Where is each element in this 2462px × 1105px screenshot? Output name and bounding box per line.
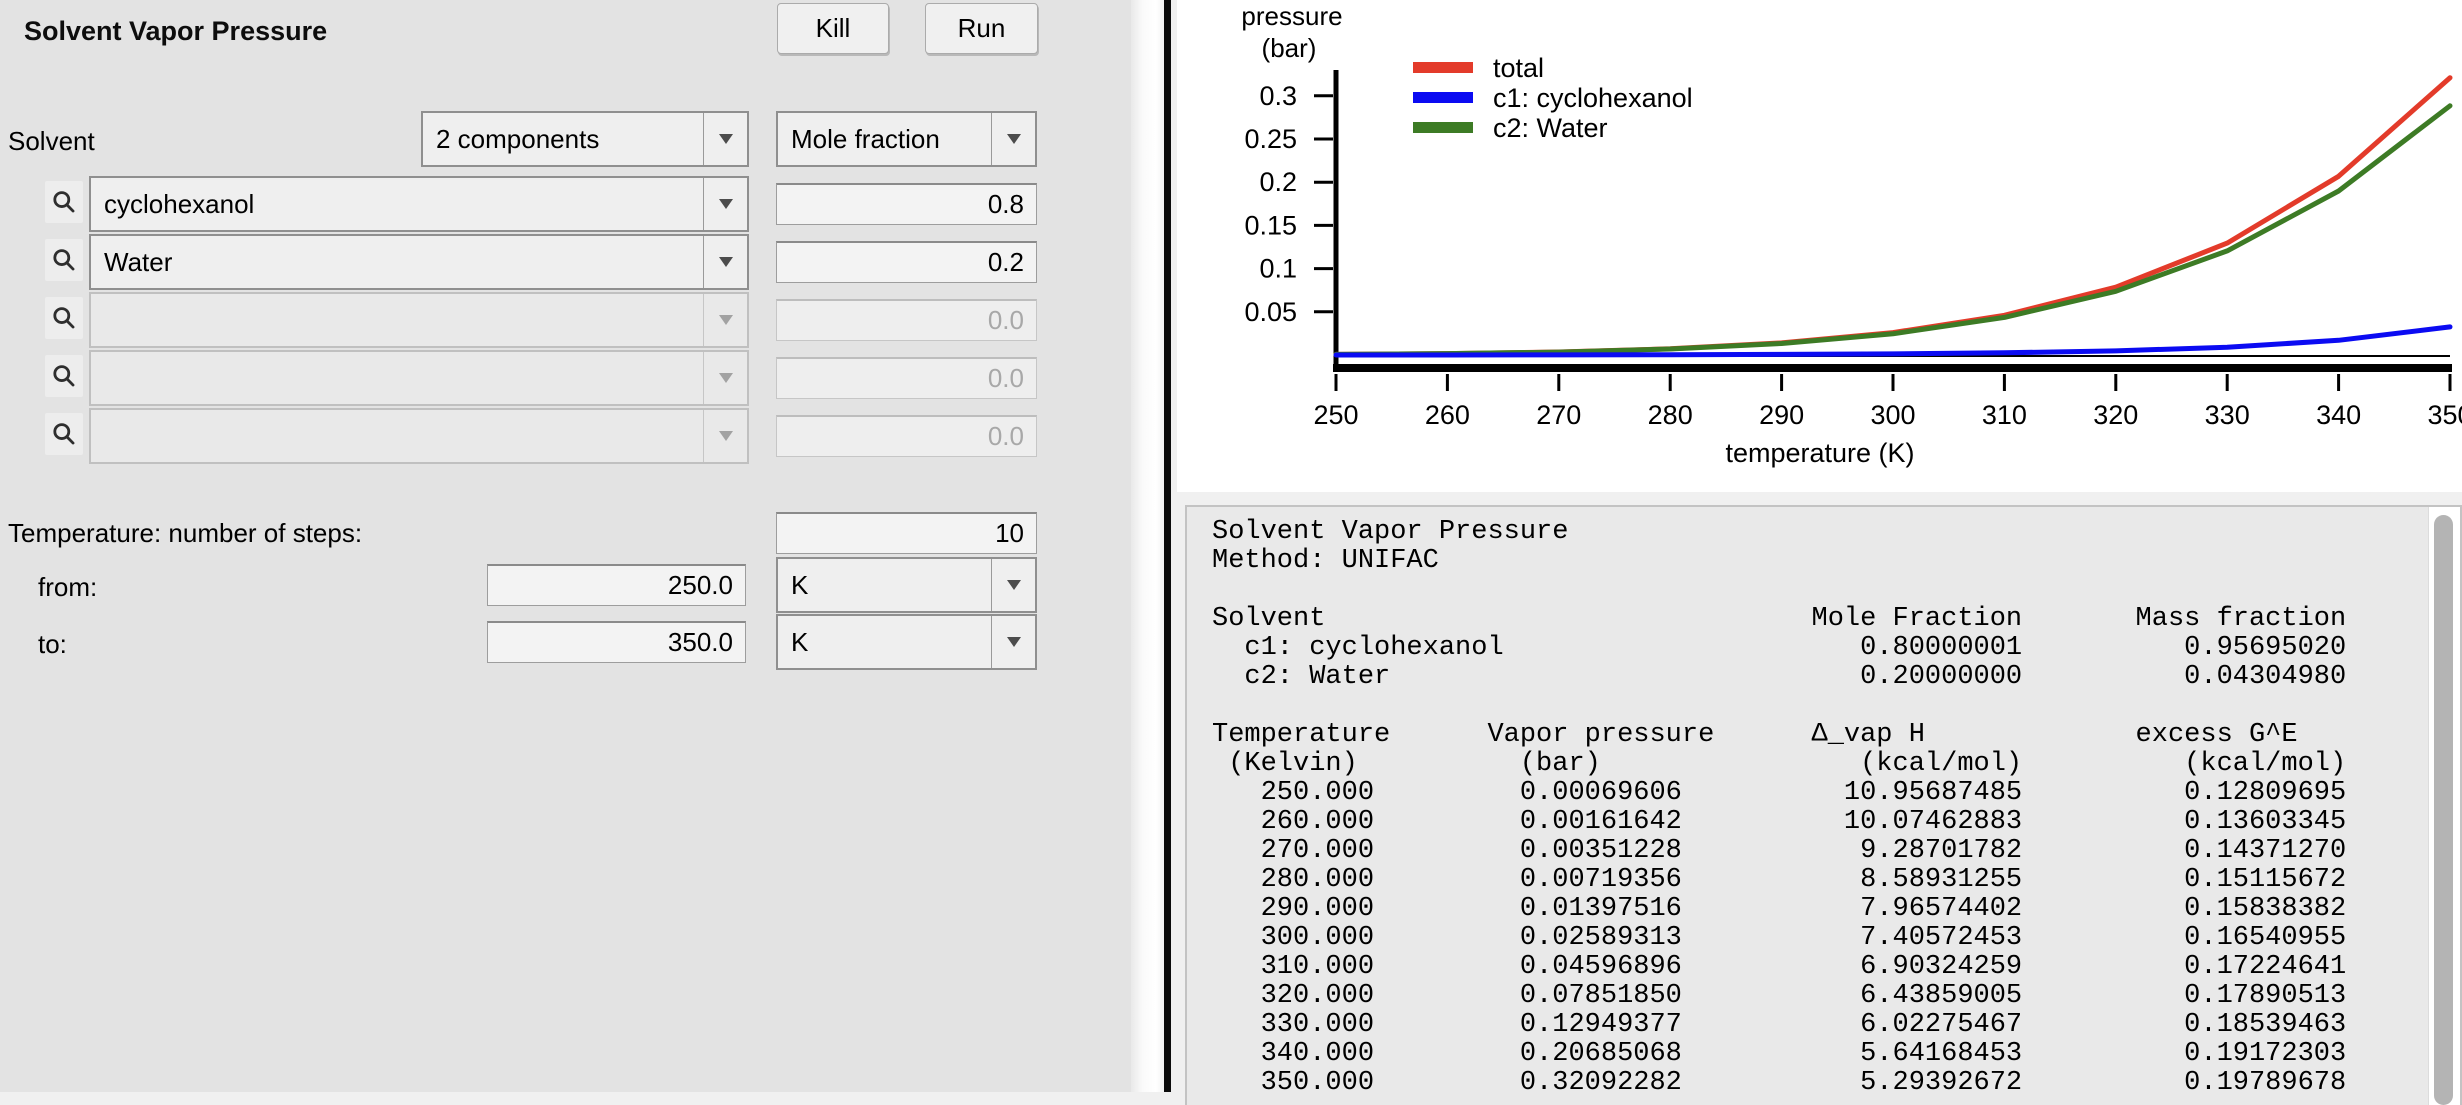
fraction-input[interactable] bbox=[776, 183, 1037, 225]
fraction-mode-select[interactable]: Mole fraction bbox=[776, 111, 1037, 167]
svg-text:330: 330 bbox=[2205, 400, 2250, 430]
chevron-down-icon bbox=[703, 352, 747, 404]
svg-text:260: 260 bbox=[1425, 400, 1470, 430]
svg-text:0.15: 0.15 bbox=[1244, 210, 1297, 240]
svg-text:350: 350 bbox=[2427, 400, 2462, 430]
component-name bbox=[91, 410, 703, 462]
svg-text:310: 310 bbox=[1982, 400, 2027, 430]
svg-text:temperature (K): temperature (K) bbox=[1725, 438, 1914, 468]
from-label: from: bbox=[38, 572, 97, 603]
chevron-down-icon bbox=[991, 113, 1035, 165]
page-title: Solvent Vapor Pressure bbox=[24, 16, 327, 47]
search-component-button[interactable] bbox=[45, 355, 83, 397]
to-unit-select[interactable]: K bbox=[776, 614, 1037, 670]
chevron-down-icon bbox=[703, 236, 747, 288]
search-component-button[interactable] bbox=[45, 297, 83, 339]
temperature-steps-label: Temperature: number of steps: bbox=[8, 518, 362, 549]
panel-divider[interactable] bbox=[1164, 0, 1171, 1092]
search-icon bbox=[51, 189, 78, 216]
console-output-panel: Solvent Vapor Pressure Method: UNIFAC So… bbox=[1185, 505, 2462, 1105]
svg-text:0.1: 0.1 bbox=[1259, 254, 1297, 284]
component-select[interactable] bbox=[89, 292, 749, 348]
component-select[interactable]: cyclohexanol bbox=[89, 176, 749, 232]
to-label: to: bbox=[38, 629, 67, 660]
component-name bbox=[91, 352, 703, 404]
parameters-panel: Solvent Vapor Pressure Kill Run Solvent … bbox=[0, 0, 1131, 1092]
svg-text:320: 320 bbox=[2093, 400, 2138, 430]
from-unit-value: K bbox=[778, 559, 991, 611]
svg-text:340: 340 bbox=[2316, 400, 2361, 430]
fraction-input[interactable] bbox=[776, 357, 1037, 399]
chevron-down-icon bbox=[703, 113, 747, 165]
from-unit-select[interactable]: K bbox=[776, 557, 1037, 613]
chevron-down-icon bbox=[991, 616, 1035, 668]
svg-text:280: 280 bbox=[1648, 400, 1693, 430]
chevron-down-icon bbox=[703, 410, 747, 462]
fraction-mode-value: Mole fraction bbox=[778, 113, 991, 165]
svg-text:0.3: 0.3 bbox=[1259, 81, 1297, 111]
svg-text:(bar): (bar) bbox=[1262, 33, 1317, 63]
search-icon bbox=[51, 421, 78, 448]
search-component-button[interactable] bbox=[45, 239, 83, 281]
pressure-chart: pressure(bar) 0.05 0.1 0.15 0.2 0.25 0.3 250 260… bbox=[1177, 0, 2462, 492]
search-component-button[interactable] bbox=[45, 413, 83, 455]
run-button[interactable]: Run bbox=[925, 3, 1038, 54]
components-count-value: 2 components bbox=[423, 113, 703, 165]
temperature-to-input[interactable] bbox=[487, 621, 746, 663]
left-panel-scrollbar[interactable] bbox=[1131, 0, 1164, 1092]
component-name: cyclohexanol bbox=[91, 178, 703, 230]
chevron-down-icon bbox=[991, 559, 1035, 611]
kill-button[interactable]: Kill bbox=[777, 3, 889, 54]
fraction-input[interactable] bbox=[776, 415, 1037, 457]
fraction-input[interactable] bbox=[776, 241, 1037, 283]
svg-text:pressure: pressure bbox=[1241, 1, 1342, 31]
component-name: Water bbox=[91, 236, 703, 288]
chevron-down-icon bbox=[703, 294, 747, 346]
search-icon bbox=[51, 363, 78, 390]
fraction-input[interactable] bbox=[776, 299, 1037, 341]
svg-text:0.25: 0.25 bbox=[1244, 124, 1297, 154]
search-icon bbox=[51, 247, 78, 274]
components-count-select[interactable]: 2 components bbox=[421, 111, 749, 167]
component-select[interactable] bbox=[89, 350, 749, 406]
console-scrollbar-thumb[interactable] bbox=[2434, 515, 2453, 1105]
temperature-from-input[interactable] bbox=[487, 564, 746, 606]
svg-text:300: 300 bbox=[1870, 400, 1915, 430]
svg-text:250: 250 bbox=[1313, 400, 1358, 430]
chevron-down-icon bbox=[703, 178, 747, 230]
search-component-button[interactable] bbox=[45, 181, 83, 223]
console-scrollbar[interactable] bbox=[2428, 507, 2460, 1105]
search-icon bbox=[51, 305, 78, 332]
svg-text:0.05: 0.05 bbox=[1244, 297, 1297, 327]
svg-text:total: total bbox=[1493, 53, 1544, 83]
svg-text:0.2: 0.2 bbox=[1259, 167, 1297, 197]
component-select[interactable] bbox=[89, 408, 749, 464]
svg-text:290: 290 bbox=[1759, 400, 1804, 430]
svg-text:270: 270 bbox=[1536, 400, 1581, 430]
svg-text:c1: cyclohexanol: c1: cyclohexanol bbox=[1493, 83, 1693, 113]
component-select[interactable]: Water bbox=[89, 234, 749, 290]
steps-input[interactable] bbox=[776, 512, 1037, 554]
to-unit-value: K bbox=[778, 616, 991, 668]
solvent-label: Solvent bbox=[8, 126, 95, 157]
console-text: Solvent Vapor Pressure Method: UNIFAC So… bbox=[1187, 507, 2460, 1098]
svg-text:c2: Water: c2: Water bbox=[1493, 113, 1608, 143]
component-name bbox=[91, 294, 703, 346]
pressure-chart-panel: pressure(bar) 0.05 0.1 0.15 0.2 0.25 0.3 250 260… bbox=[1177, 0, 2462, 492]
